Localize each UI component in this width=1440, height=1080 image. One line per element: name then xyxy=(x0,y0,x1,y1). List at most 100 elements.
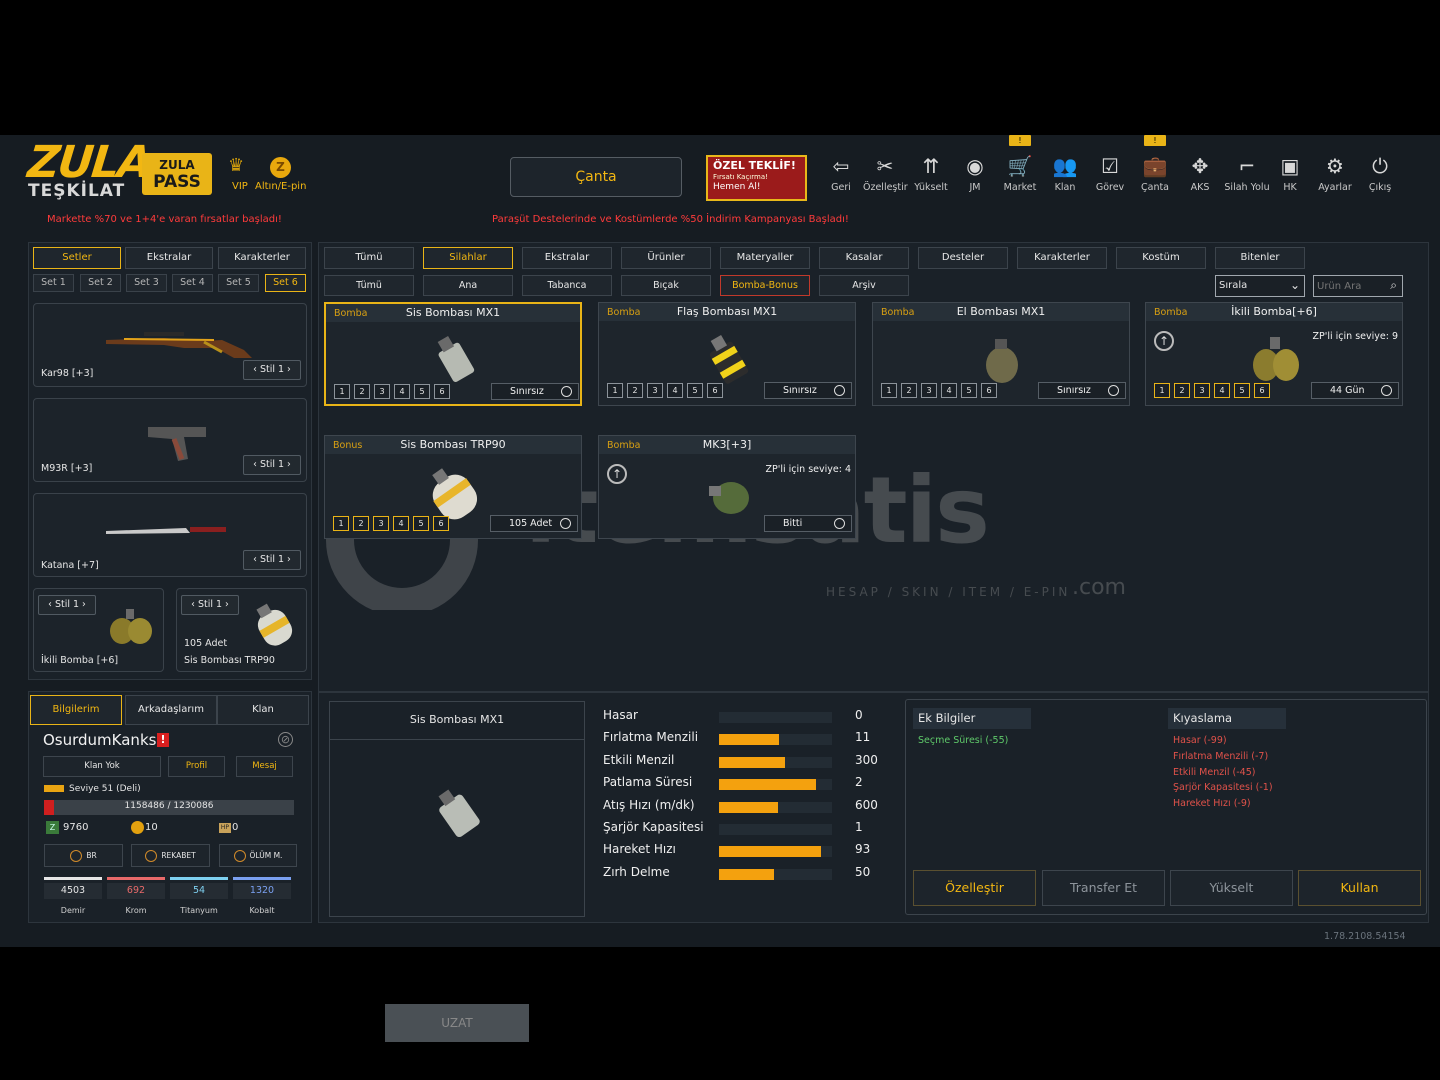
profile-tab-0[interactable]: Bilgilerim xyxy=(30,695,122,725)
set-tab-2[interactable]: Set 2 xyxy=(80,274,121,292)
level-slot[interactable]: 1 xyxy=(1154,383,1170,398)
left-tab-0[interactable]: Setler xyxy=(33,247,121,269)
grenade-slot-2[interactable]: ‹ Stil 1 › 105 Adet Sis Bombası TRP90 xyxy=(176,588,307,672)
category-tab[interactable]: Kasalar xyxy=(819,247,909,269)
level-slot[interactable]: 1 xyxy=(881,383,897,398)
search-input[interactable] xyxy=(1314,276,1386,296)
mesaj-button[interactable]: Mesaj xyxy=(236,756,293,777)
nav-market[interactable]: 🛒 Market xyxy=(998,154,1042,193)
uzat-button[interactable]: UZAT xyxy=(385,1004,529,1042)
vip-label[interactable]: VIP xyxy=(232,181,248,192)
level-slot[interactable]: 5 xyxy=(961,383,977,398)
level-slot[interactable]: 4 xyxy=(941,383,957,398)
altin-epin-label[interactable]: Altın/E-pin xyxy=(255,181,306,192)
category-tab[interactable]: Bitenler xyxy=(1215,247,1305,269)
level-slot[interactable]: 5 xyxy=(414,384,430,399)
set-tab-5[interactable]: Set 5 xyxy=(218,274,259,292)
sub-tab[interactable]: Arşiv xyxy=(819,275,909,296)
special-offer-banner[interactable]: ÖZEL TEKLİF! Fırsatı Kaçırma! Hemen Al! xyxy=(706,155,807,201)
action-button--zelle-tir[interactable]: Özelleştir xyxy=(913,870,1036,906)
nav-aks[interactable]: ✥ AKS xyxy=(1178,154,1222,193)
level-slot[interactable]: 1 xyxy=(333,516,349,531)
mode-badge-2[interactable]: ÖLÜM M. xyxy=(219,844,297,867)
mode-badge-1[interactable]: REKABET xyxy=(131,844,210,867)
canta-button[interactable]: Çanta xyxy=(510,157,682,197)
promo-center[interactable]: Paraşüt Destelerinde ve Kostümlerde %50 … xyxy=(492,214,849,225)
left-tab-2[interactable]: Karakterler xyxy=(218,247,306,269)
inventory-item-card[interactable]: Bomba El Bombası MX1 1 2 3 4 5 6 Sınırsız xyxy=(872,302,1130,406)
level-slot[interactable]: 6 xyxy=(433,516,449,531)
action-button-kullan[interactable]: Kullan xyxy=(1298,870,1421,906)
weapon-slot-pistol[interactable]: M93R [+3] ‹ Stil 1 › xyxy=(33,398,307,482)
level-slot[interactable]: 5 xyxy=(687,383,703,398)
level-slot[interactable]: 2 xyxy=(354,384,370,399)
level-slot[interactable]: 1 xyxy=(607,383,623,398)
inventory-item-card[interactable]: Bomba Flaş Bombası MX1 1 2 3 4 5 6 Sınırsız xyxy=(598,302,856,406)
level-slot[interactable]: 2 xyxy=(353,516,369,531)
sub-tab[interactable]: Bomba-Bonus xyxy=(720,275,810,296)
level-slot[interactable]: 4 xyxy=(394,384,410,399)
search-box[interactable]: ⌕ xyxy=(1313,275,1403,297)
level-slot[interactable]: 1 xyxy=(334,384,350,399)
category-tab[interactable]: Desteler xyxy=(918,247,1008,269)
sub-tab[interactable]: Tabanca xyxy=(522,275,612,296)
category-tab[interactable]: Ekstralar xyxy=(522,247,612,269)
inventory-item-card[interactable]: Bomba İkili Bomba[+6] ↑ ZP'li için seviye: … xyxy=(1145,302,1403,406)
promo-left[interactable]: Markette %70 ve 1+4'e varan fırsatlar ba… xyxy=(47,214,282,225)
nav-ayarlar[interactable]: ⚙ Ayarlar xyxy=(1313,154,1357,193)
set-tab-6[interactable]: Set 6 xyxy=(265,274,306,292)
inventory-item-card[interactable]: Bomba Sis Bombası MX1 1 2 3 4 5 6 Sınırsız xyxy=(324,302,582,406)
nav-klan[interactable]: 👥 Klan xyxy=(1043,154,1087,193)
upgrade-arrow-icon[interactable]: ↑ xyxy=(1154,331,1174,351)
left-tab-1[interactable]: Ekstralar xyxy=(125,247,213,269)
level-slot[interactable]: 6 xyxy=(981,383,997,398)
level-slot[interactable]: 2 xyxy=(627,383,643,398)
stil-selector[interactable]: ‹ Stil 1 › xyxy=(243,360,301,380)
level-slot[interactable]: 4 xyxy=(1214,383,1230,398)
stil-selector[interactable]: ‹ Stil 1 › xyxy=(243,455,301,475)
inventory-item-card[interactable]: Bonus Sis Bombası TRP90 1 2 3 4 5 6 105 Adet xyxy=(324,435,582,539)
level-slot[interactable]: 3 xyxy=(373,516,389,531)
category-tab[interactable]: Tümü xyxy=(324,247,414,269)
zula-pass-button[interactable]: ZULA PASS xyxy=(142,153,212,195)
level-slot[interactable]: 6 xyxy=(434,384,450,399)
nav--k-[interactable]: ⏻ Çıkış xyxy=(1358,154,1402,193)
level-slot[interactable]: 6 xyxy=(707,383,723,398)
nav-y-kselt[interactable]: ⇈ Yükselt xyxy=(909,154,953,193)
action-button-transfer-et[interactable]: Transfer Et xyxy=(1042,870,1165,906)
action-button-y-kselt[interactable]: Yükselt xyxy=(1170,870,1293,906)
nav-hk[interactable]: ▣ HK xyxy=(1268,154,1312,193)
category-tab[interactable]: Ürünler xyxy=(621,247,711,269)
profil-button[interactable]: Profil xyxy=(168,756,225,777)
grenade-slot-1[interactable]: ‹ Stil 1 › İkili Bomba [+6] xyxy=(33,588,164,672)
gold-coin-icon[interactable]: Z xyxy=(270,157,291,178)
nav--anta[interactable]: 💼 Çanta xyxy=(1133,154,1177,193)
category-tab[interactable]: Karakterler xyxy=(1017,247,1107,269)
weapon-slot-melee[interactable]: Katana [+7] ‹ Stil 1 › xyxy=(33,493,307,577)
inventory-item-card[interactable]: Bomba MK3[+3] ↑ ZP'li için seviye: 4 Bitti xyxy=(598,435,856,539)
nav-silah-yolu[interactable]: ⌐ Silah Yolu xyxy=(1223,154,1271,193)
set-tab-4[interactable]: Set 4 xyxy=(172,274,213,292)
stil-selector[interactable]: ‹ Stil 1 › xyxy=(181,595,239,615)
sort-dropdown[interactable]: Sırala ⌄ xyxy=(1215,275,1305,297)
sub-tab[interactable]: Bıçak xyxy=(621,275,711,296)
sub-tab[interactable]: Tümü xyxy=(324,275,414,296)
category-tab[interactable]: Silahlar xyxy=(423,247,513,269)
alert-badge[interactable]: ! xyxy=(157,733,169,747)
stil-selector[interactable]: ‹ Stil 1 › xyxy=(38,595,96,615)
level-slot[interactable]: 4 xyxy=(667,383,683,398)
settings-circle-icon[interactable]: ⊘ xyxy=(278,732,293,747)
level-slot[interactable]: 5 xyxy=(1234,383,1250,398)
level-slot[interactable]: 2 xyxy=(1174,383,1190,398)
level-slot[interactable]: 3 xyxy=(647,383,663,398)
weapon-slot-primary[interactable]: Kar98 [+3] ‹ Stil 1 › xyxy=(33,303,307,387)
level-slot[interactable]: 6 xyxy=(1254,383,1270,398)
upgrade-arrow-icon[interactable]: ↑ xyxy=(607,464,627,484)
level-slot[interactable]: 4 xyxy=(393,516,409,531)
set-tab-1[interactable]: Set 1 xyxy=(33,274,74,292)
category-tab[interactable]: Kostüm xyxy=(1116,247,1206,269)
nav-g-rev[interactable]: ☑ Görev xyxy=(1088,154,1132,193)
nav--zelle-tir[interactable]: ✂ Özelleştir xyxy=(863,154,908,193)
level-slot[interactable]: 3 xyxy=(374,384,390,399)
profile-tab-1[interactable]: Arkadaşlarım xyxy=(125,695,217,725)
